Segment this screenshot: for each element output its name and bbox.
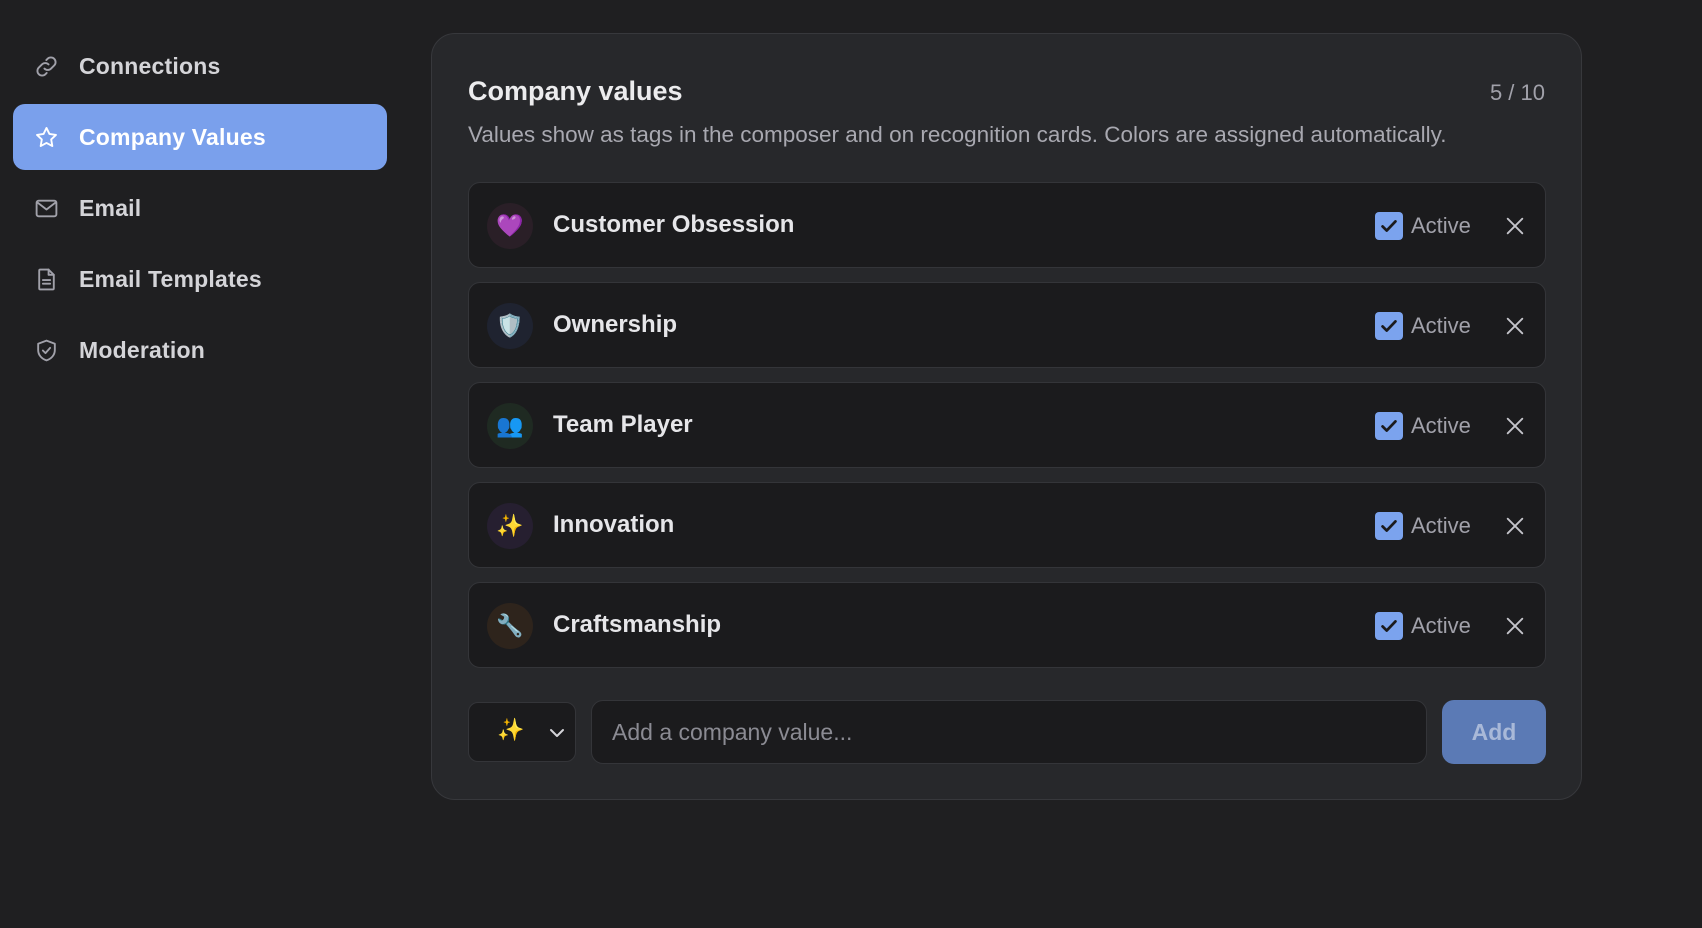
value-emoji-badge: ✨ [487, 503, 533, 549]
close-icon [1506, 617, 1524, 635]
active-label: Active [1411, 413, 1471, 438]
active-checkbox[interactable] [1375, 512, 1403, 540]
sidebar-item-label: Email Templates [79, 265, 262, 292]
remove-value-button[interactable] [1501, 612, 1529, 640]
value-emoji-badge: 💜 [487, 203, 533, 249]
value-name: Customer Obsession [553, 211, 795, 238]
value-emoji-badge: 🛡️ [487, 303, 533, 349]
star-icon [33, 124, 59, 150]
sidebar-item-company-values[interactable]: Company Values [13, 104, 387, 170]
value-name: Ownership [553, 311, 678, 338]
active-checkbox[interactable] [1375, 412, 1403, 440]
card-description: Values show as tags in the composer and … [468, 122, 1447, 147]
people-icon: 👥 [496, 413, 524, 438]
active-label: Active [1411, 513, 1471, 538]
list-item: 🔧 Craftsmanship Active [468, 582, 1546, 668]
document-icon [33, 266, 59, 292]
shield-icon: 🛡️ [496, 313, 524, 338]
list-item: ✨ Innovation Active [468, 482, 1546, 568]
value-emoji-badge: 🔧 [487, 603, 533, 649]
checkmark-icon [1381, 520, 1397, 532]
active-checkbox[interactable] [1375, 612, 1403, 640]
active-label: Active [1411, 213, 1471, 238]
sidebar-item-label: Company Values [79, 123, 266, 150]
shield-check-icon [33, 337, 59, 363]
sidebar-item-connections[interactable]: Connections [13, 33, 387, 99]
remove-value-button[interactable] [1501, 512, 1529, 540]
checkmark-icon [1381, 420, 1397, 432]
remove-value-button[interactable] [1501, 412, 1529, 440]
emoji-picker-dropdown[interactable]: ✨ [468, 702, 576, 762]
value-emoji-badge: 👥 [487, 403, 533, 449]
close-icon [1506, 317, 1524, 335]
mail-icon [33, 195, 59, 221]
sidebar-item-label: Email [79, 194, 142, 221]
value-name: Craftsmanship [553, 611, 722, 638]
list-item: 👥 Team Player Active [468, 382, 1546, 468]
wrench-icon: 🔧 [496, 613, 524, 638]
close-icon [1506, 217, 1524, 235]
close-icon [1506, 517, 1524, 535]
sidebar-item-email-templates[interactable]: Email Templates [13, 246, 387, 312]
list-item: 🛡️ Ownership Active [468, 282, 1546, 368]
company-value-input[interactable] [591, 700, 1427, 764]
sidebar-item-moderation[interactable]: Moderation [13, 317, 387, 383]
values-list: 💜 Customer Obsession Active 🛡️ Ownership… [468, 182, 1546, 682]
chevron-down-icon [550, 729, 564, 737]
sidebar-item-label: Moderation [79, 336, 205, 363]
checkmark-icon [1381, 620, 1397, 632]
add-value-form: ✨ Add [468, 699, 1546, 764]
checkmark-icon [1381, 320, 1397, 332]
value-name: Innovation [553, 511, 675, 538]
values-count: 5 / 10 [1489, 80, 1545, 105]
value-name: Team Player [553, 411, 693, 438]
active-label: Active [1411, 313, 1471, 338]
active-checkbox[interactable] [1375, 212, 1403, 240]
purple-heart-icon: 💜 [496, 213, 524, 238]
card-title: Company values [468, 76, 683, 106]
link-icon [33, 53, 59, 79]
sidebar-item-label: Connections [79, 52, 221, 79]
checkmark-icon [1381, 220, 1397, 232]
add-value-button[interactable]: Add [1442, 700, 1546, 764]
active-label: Active [1411, 613, 1471, 638]
remove-value-button[interactable] [1501, 312, 1529, 340]
close-icon [1506, 417, 1524, 435]
active-checkbox[interactable] [1375, 312, 1403, 340]
remove-value-button[interactable] [1501, 212, 1529, 240]
sidebar-item-email[interactable]: Email [13, 175, 387, 241]
list-item: 💜 Customer Obsession Active [468, 182, 1546, 268]
sparkles-icon: ✨ [497, 717, 525, 742]
settings-sidebar: Connections Company Values Email Email T… [13, 33, 387, 388]
sparkles-icon: ✨ [496, 513, 524, 538]
company-values-card: Company values 5 / 10 Values show as tag… [431, 33, 1582, 800]
